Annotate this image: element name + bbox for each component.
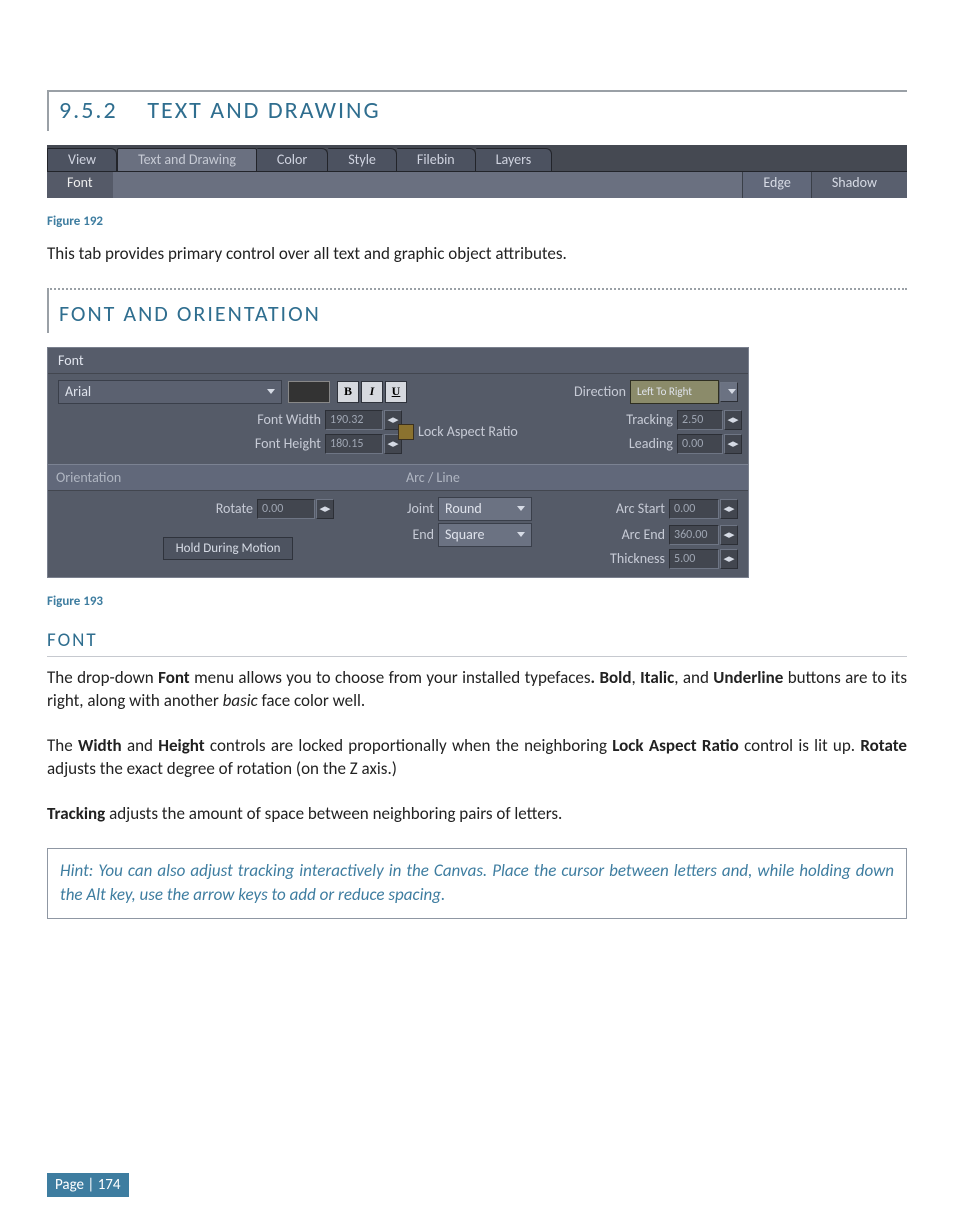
- font-orientation-panel: Font Arial B I U Direction Left To Right: [47, 347, 749, 578]
- font-subheading: FONT: [47, 629, 907, 657]
- thickness-input[interactable]: 5.00: [669, 549, 719, 569]
- tab-color[interactable]: Color: [257, 148, 328, 171]
- tab-text-and-drawing[interactable]: Text and Drawing: [117, 148, 257, 171]
- font-family-dropdown[interactable]: Arial: [58, 380, 282, 404]
- font-family-value: Arial: [65, 383, 91, 400]
- joint-dropdown[interactable]: Round: [438, 497, 532, 521]
- rotate-label: Rotate: [216, 500, 253, 517]
- thickness-spinner[interactable]: ◂▸: [720, 549, 738, 569]
- rotate-input[interactable]: 0.00: [257, 499, 315, 519]
- caret-down-icon: [517, 532, 525, 537]
- hint-text: Hint: You can also adjust tracking inter…: [60, 859, 894, 908]
- direction-caret[interactable]: [720, 382, 738, 402]
- arc-end-label: Arc End: [622, 526, 665, 543]
- font-paragraph-1: The drop-down Font menu allows you to ch…: [47, 667, 907, 713]
- arc-start-input[interactable]: 0.00: [669, 499, 719, 519]
- sub-tab-bar: Font Edge Shadow: [47, 171, 907, 198]
- panel-header-orientation: Orientation: [48, 464, 398, 491]
- rotate-spinner[interactable]: ◂▸: [316, 499, 334, 519]
- underline-button[interactable]: U: [385, 381, 407, 403]
- tab-style[interactable]: Style: [328, 148, 397, 171]
- font-color-well[interactable]: [288, 381, 330, 403]
- lock-aspect-label: Lock Aspect Ratio: [418, 423, 518, 440]
- page-number: Page | 174: [47, 1173, 129, 1197]
- panel-header-font: Font: [48, 348, 748, 374]
- italic-button[interactable]: I: [361, 381, 383, 403]
- end-dropdown[interactable]: Square: [438, 523, 532, 547]
- subtab-shadow[interactable]: Shadow: [811, 172, 907, 198]
- subsection-heading: FONT AND ORIENTATION: [47, 288, 907, 333]
- end-label: End: [398, 526, 434, 543]
- font-paragraph-3: Tracking adjusts the amount of space bet…: [47, 803, 907, 826]
- joint-label: Joint: [398, 500, 434, 517]
- figure-193-caption: Figure 193: [47, 594, 907, 609]
- section-number: 9.5.2: [59, 96, 118, 125]
- figure-192-caption: Figure 192: [47, 214, 907, 229]
- panel-header-arcline: Arc / Line: [398, 464, 748, 491]
- end-value: Square: [445, 526, 485, 543]
- direction-label: Direction: [574, 383, 626, 400]
- arc-end-input[interactable]: 360.00: [669, 525, 719, 545]
- subtab-font[interactable]: Font: [47, 172, 113, 198]
- lock-icon: [398, 424, 414, 440]
- direction-value: Left To Right: [637, 385, 692, 398]
- leading-spinner[interactable]: ◂▸: [724, 434, 742, 454]
- tab-filebin[interactable]: Filebin: [397, 148, 476, 171]
- subtab-edge[interactable]: Edge: [742, 172, 810, 198]
- caret-down-icon: [517, 506, 525, 511]
- font-paragraph-2: The Width and Height controls are locked…: [47, 735, 907, 781]
- arc-end-spinner[interactable]: ◂▸: [720, 525, 738, 545]
- lock-aspect-toggle[interactable]: Lock Aspect Ratio: [398, 423, 518, 440]
- intro-paragraph: This tab provides primary control over a…: [47, 243, 907, 266]
- subsection-title: FONT AND ORIENTATION: [59, 300, 321, 327]
- hint-box: Hint: You can also adjust tracking inter…: [47, 848, 907, 919]
- font-height-label: Font Height: [255, 435, 321, 452]
- arc-start-label: Arc Start: [616, 500, 665, 517]
- caret-down-icon: [267, 389, 275, 394]
- tab-view[interactable]: View: [47, 148, 117, 171]
- font-height-input[interactable]: 180.15: [325, 434, 383, 454]
- tracking-label: Tracking: [626, 411, 673, 428]
- hold-during-motion-button[interactable]: Hold During Motion: [163, 537, 294, 560]
- direction-dropdown[interactable]: Left To Right: [630, 380, 719, 404]
- arc-start-spinner[interactable]: ◂▸: [720, 499, 738, 519]
- thickness-label: Thickness: [610, 550, 665, 567]
- caret-down-icon: [728, 389, 736, 394]
- joint-value: Round: [445, 500, 482, 517]
- leading-input[interactable]: 0.00: [677, 434, 723, 454]
- section-heading: 9.5.2 TEXT AND DRAWING: [47, 90, 907, 131]
- tracking-input[interactable]: 2.50: [677, 410, 723, 430]
- tab-layers[interactable]: Layers: [476, 148, 553, 171]
- font-width-input[interactable]: 190.32: [325, 410, 383, 430]
- bold-button[interactable]: B: [337, 381, 359, 403]
- main-tab-bar: View Text and Drawing Color Style Filebi…: [47, 145, 907, 171]
- font-width-label: Font Width: [257, 411, 321, 428]
- section-title: TEXT AND DRAWING: [147, 96, 380, 125]
- leading-label: Leading: [629, 435, 673, 452]
- tracking-spinner[interactable]: ◂▸: [724, 410, 742, 430]
- tabs-ribbon: View Text and Drawing Color Style Filebi…: [47, 145, 907, 198]
